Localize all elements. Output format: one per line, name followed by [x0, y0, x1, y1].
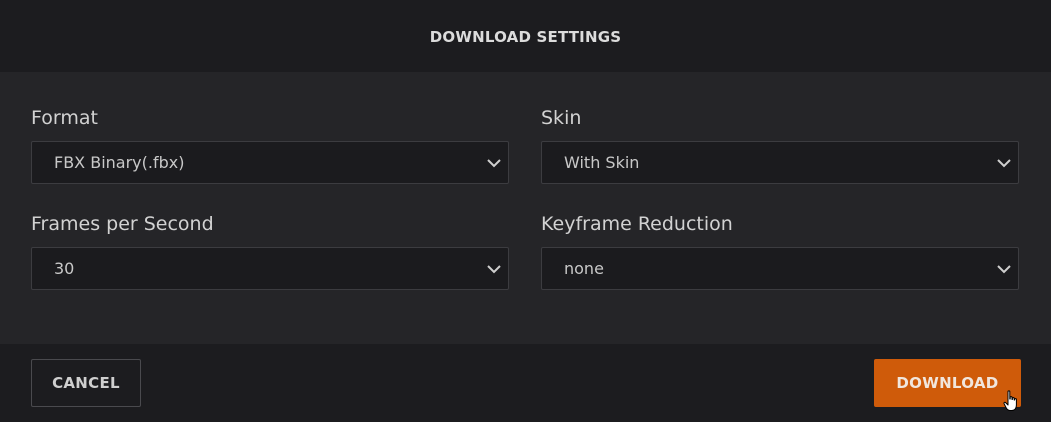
- chevron-down-icon: [487, 265, 501, 274]
- hand-pointer-icon: [1003, 390, 1017, 411]
- dialog-header: DOWNLOAD SETTINGS: [0, 0, 1051, 72]
- download-settings-dialog: DOWNLOAD SETTINGS Format FBX Binary(.fbx…: [0, 0, 1051, 422]
- cancel-button[interactable]: CANCEL: [31, 359, 141, 407]
- keyframe-reduction-select[interactable]: none: [541, 247, 1019, 290]
- format-select-value: FBX Binary(.fbx): [54, 153, 185, 172]
- download-button[interactable]: DOWNLOAD: [874, 359, 1021, 407]
- chevron-down-icon: [487, 159, 501, 168]
- dialog-title: DOWNLOAD SETTINGS: [429, 28, 622, 46]
- chevron-down-icon: [997, 159, 1011, 168]
- skin-select[interactable]: With Skin: [541, 141, 1019, 184]
- skin-label: Skin: [541, 107, 582, 129]
- keyframe-reduction-label: Keyframe Reduction: [541, 213, 733, 235]
- format-select[interactable]: FBX Binary(.fbx): [31, 141, 509, 184]
- format-label: Format: [31, 107, 98, 129]
- chevron-down-icon: [997, 265, 1011, 274]
- fps-select[interactable]: 30: [31, 247, 509, 290]
- fps-label: Frames per Second: [31, 213, 214, 235]
- dialog-body: Format FBX Binary(.fbx) Skin With Skin F…: [0, 72, 1051, 344]
- skin-select-value: With Skin: [564, 153, 640, 172]
- fps-select-value: 30: [54, 259, 75, 278]
- keyframe-reduction-select-value: none: [564, 259, 604, 278]
- dialog-footer: CANCEL DOWNLOAD: [0, 344, 1051, 422]
